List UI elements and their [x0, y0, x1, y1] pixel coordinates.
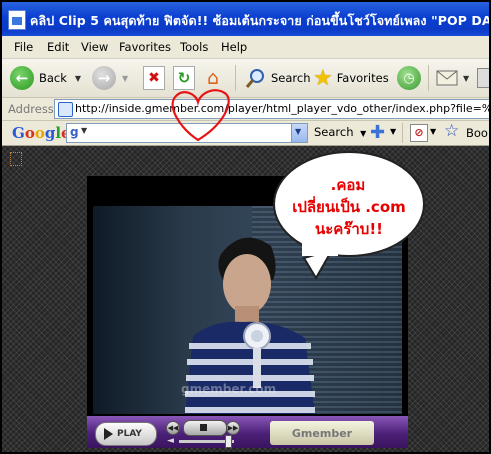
- stop-button[interactable]: ✖: [143, 64, 165, 92]
- bookmark-star-icon[interactable]: ☆: [444, 121, 459, 141]
- menu-file[interactable]: File: [14, 40, 33, 54]
- star-icon: ★: [313, 65, 333, 91]
- play-icon: [104, 428, 113, 440]
- video-watermark: gmember.com: [181, 382, 277, 396]
- add-dropdown-icon[interactable]: ▼: [390, 127, 396, 136]
- menu-bar: File Edit View Favorites Tools Help: [2, 36, 489, 59]
- address-input[interactable]: http://inside.gmember.com/player/html_pl…: [54, 99, 489, 119]
- search-button[interactable]: Search: [245, 64, 311, 92]
- refresh-icon: ↻: [173, 66, 195, 90]
- browser-window: คลิป Clip 5 คนสุดท้าย ฟิตจัด!! ซ้อมเต้นก…: [2, 2, 489, 452]
- google-search-label: Search: [314, 125, 354, 139]
- favorites-button[interactable]: ★ Favorites: [313, 64, 389, 92]
- chevron-down-icon: ▼: [295, 127, 302, 136]
- search-label: Search: [271, 71, 311, 85]
- forward-media-button[interactable]: ▶▶: [226, 421, 240, 435]
- player-controls: PLAY ◀◀ ▶▶ ◄ Gmember: [87, 416, 408, 448]
- google-field-value: g: [70, 125, 79, 139]
- popup-dropdown-icon[interactable]: ▼: [430, 127, 436, 136]
- google-field-dropdown-icon[interactable]: ▼: [81, 126, 87, 135]
- print-button[interactable]: [477, 64, 489, 92]
- back-label: Back: [39, 71, 67, 85]
- menu-tools[interactable]: Tools: [180, 40, 208, 54]
- favorites-label: Favorites: [336, 71, 389, 85]
- page-content: gmember.com PLAY ◀◀ ▶▶ ◄ Gmember .คอม เป…: [2, 146, 489, 452]
- back-button[interactable]: ← Back ▼: [10, 64, 81, 92]
- mail-dropdown-icon[interactable]: ▼: [463, 74, 469, 83]
- address-url: http://inside.gmember.com/player/html_pl…: [75, 102, 489, 115]
- add-button-icon[interactable]: ✚: [370, 122, 385, 143]
- search-dropdown-icon: ▼: [360, 129, 367, 138]
- gmember-logo[interactable]: Gmember: [270, 421, 374, 445]
- home-icon: ⌂: [206, 67, 220, 89]
- corner-marker: [10, 152, 22, 166]
- page-icon: [8, 10, 26, 30]
- back-arrow-icon: ←: [10, 66, 34, 90]
- rewind-button[interactable]: ◀◀: [166, 421, 180, 435]
- stop-icon: ✖: [143, 66, 165, 90]
- popup-blocker-icon[interactable]: ⊘: [410, 124, 428, 142]
- title-bar[interactable]: คลิป Clip 5 คนสุดท้าย ฟิตจัด!! ซ้อมเต้นก…: [2, 2, 489, 36]
- window-title: คลิป Clip 5 คนสุดท้าย ฟิตจัด!! ซ้อมเต้นก…: [30, 13, 489, 28]
- google-toolbar: Google g ▼ ▼ Search ▼ ✚ ▼ ⊘ ▼ ☆ Boo: [2, 121, 489, 146]
- forward-arrow-icon: →: [92, 66, 116, 90]
- volume-handle[interactable]: [225, 435, 232, 448]
- history-icon: ◷: [397, 66, 421, 90]
- google-logo[interactable]: Google: [12, 124, 71, 142]
- fast-forward-icon: ▶▶: [227, 424, 239, 432]
- play-button[interactable]: PLAY: [95, 422, 157, 446]
- menu-help[interactable]: Help: [221, 40, 247, 54]
- print-icon: [477, 68, 489, 88]
- mail-button[interactable]: ▼: [436, 64, 469, 92]
- forward-dropdown-icon[interactable]: ▼: [122, 74, 128, 83]
- forward-button[interactable]: → ▼: [92, 64, 128, 92]
- toolbar-separator: [402, 123, 403, 143]
- home-button[interactable]: ⌂: [202, 64, 224, 92]
- stop-media-button[interactable]: [183, 420, 227, 436]
- standard-toolbar: ← Back ▼ → ▼ ✖ ↻ ⌂ Search ★ Favorites ◷ …: [2, 59, 489, 98]
- toolbar-separator: [235, 65, 236, 91]
- gmember-logo-text: Gmember: [291, 426, 353, 440]
- back-dropdown-icon[interactable]: ▼: [75, 74, 81, 83]
- play-label: PLAY: [117, 429, 142, 439]
- volume-icon: ◄: [167, 436, 174, 446]
- address-bar: Address http://inside.gmember.com/player…: [2, 98, 489, 121]
- toolbar-separator: [428, 65, 429, 91]
- bookmarks-label[interactable]: Boo: [466, 126, 488, 140]
- menu-edit[interactable]: Edit: [47, 40, 69, 54]
- video-frame[interactable]: gmember.com: [93, 206, 402, 414]
- google-search-input[interactable]: g ▼ ▼: [66, 123, 308, 143]
- refresh-button[interactable]: ↻: [173, 64, 195, 92]
- ie-page-icon: [58, 102, 73, 117]
- search-icon: [245, 69, 264, 88]
- history-button[interactable]: ◷: [397, 64, 421, 92]
- menu-view[interactable]: View: [81, 40, 108, 54]
- google-dropdown-button[interactable]: ▼: [291, 124, 307, 142]
- menu-favorites[interactable]: Favorites: [119, 40, 171, 54]
- rewind-icon: ◀◀: [167, 424, 179, 432]
- address-label: Address: [8, 102, 54, 116]
- mail-icon: [436, 70, 458, 86]
- stop-square-icon: [200, 424, 207, 431]
- video-player: gmember.com PLAY ◀◀ ▶▶ ◄ Gmember: [87, 176, 408, 448]
- google-search-button[interactable]: Search ▼: [314, 125, 366, 139]
